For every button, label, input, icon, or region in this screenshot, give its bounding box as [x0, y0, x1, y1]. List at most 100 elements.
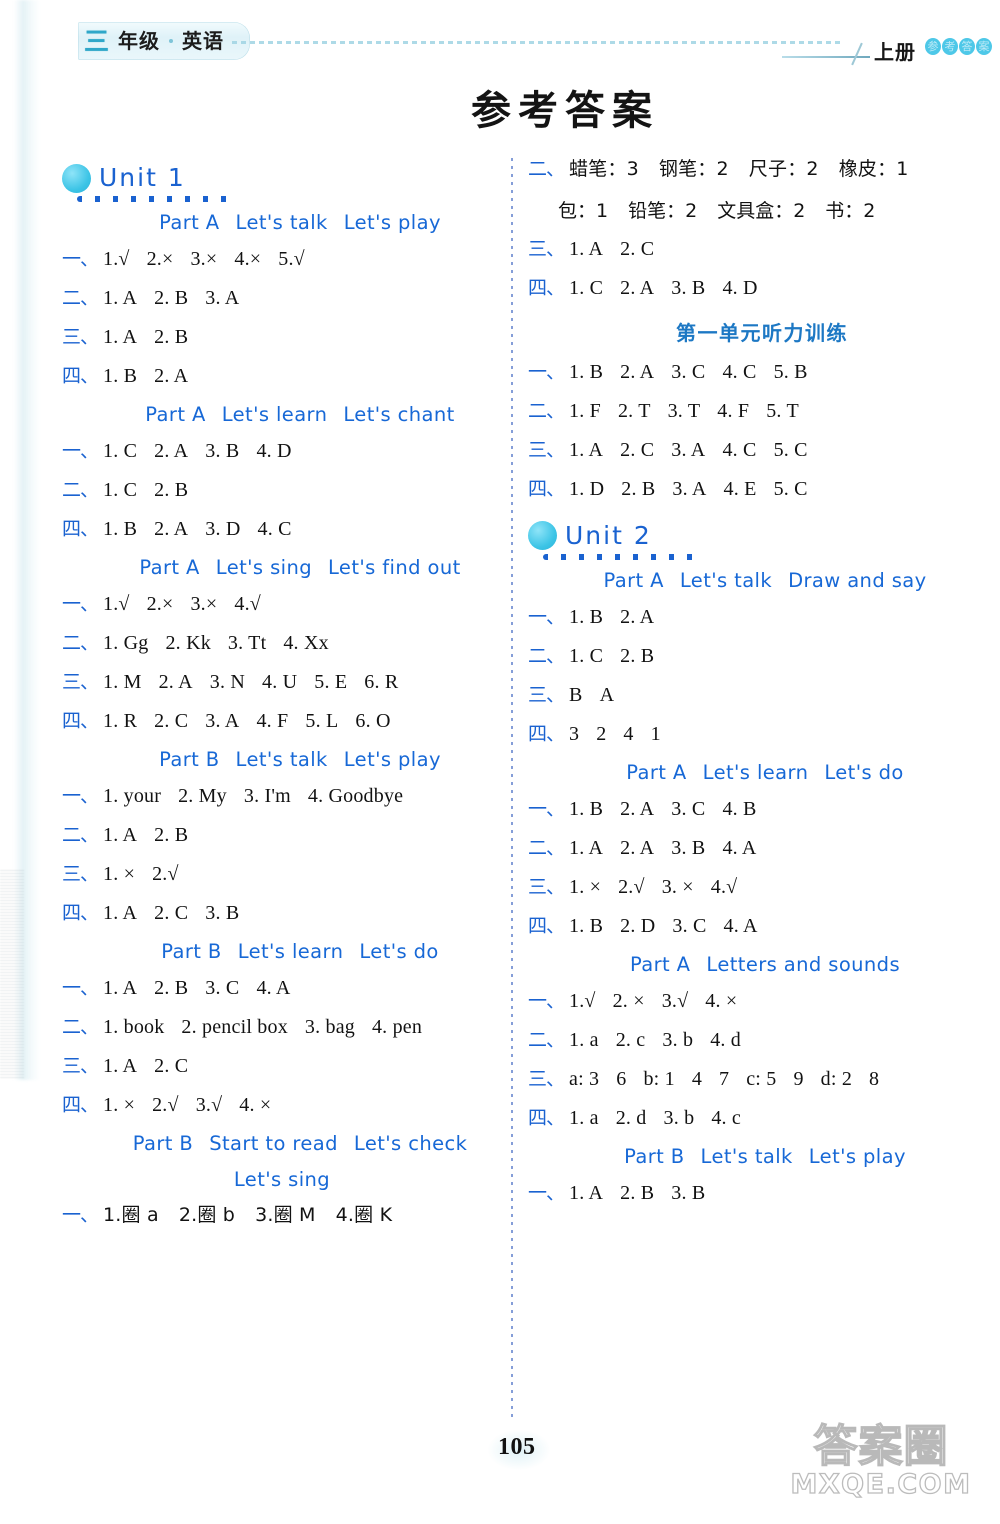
- answer-item: 1. B: [103, 365, 138, 387]
- answer-item: a: 3: [569, 1067, 600, 1090]
- answer-row: 一、 1.√ 2. × 3.√ 4. ×: [528, 989, 966, 1014]
- answer-item: 1. ×: [569, 875, 602, 898]
- answer-item: 2. C: [620, 237, 655, 260]
- answer-item: 4. c: [711, 1106, 742, 1129]
- part-heading-segment: Part A: [629, 952, 691, 976]
- answer-item: 1.√: [103, 593, 130, 615]
- answer-row-number: 四、: [528, 477, 565, 500]
- part-heading-segment: Part B: [132, 1132, 194, 1155]
- answer-row: 四、 1. a 2. d 3. b 4. c: [528, 1106, 966, 1131]
- answer-item: 尺子：2: [748, 158, 819, 180]
- answer-row-number: 四、: [62, 710, 99, 732]
- answer-row-number: 三、: [528, 438, 565, 461]
- answer-item: 2. pencil box: [181, 1016, 288, 1038]
- page-title: 参考答案: [471, 88, 659, 134]
- answer-row: 四、 1. B 2. A 3. D 4. C: [62, 517, 502, 542]
- part-heading: Part A Let's learn Let's chant: [62, 403, 502, 426]
- answer-row-items: 1. C 2. B: [569, 644, 654, 669]
- answer-row-number: 一、: [62, 977, 99, 999]
- answer-item: 6: [616, 1067, 627, 1090]
- answer-item: 2. A: [620, 360, 655, 383]
- grade-number: 三: [84, 26, 110, 56]
- scan-edge-artifact-2: [0, 870, 24, 1080]
- answer-row-number: 四、: [528, 276, 565, 299]
- answer-item: 3. B: [671, 1181, 706, 1204]
- answer-item: 4. ×: [705, 989, 738, 1012]
- badge-char-1: 参: [925, 38, 941, 55]
- separator-dot-icon: [169, 39, 174, 43]
- watermark-url: MXQE.COM: [790, 1468, 972, 1500]
- answer-item: 2. C: [154, 710, 189, 732]
- answer-row: 一、 1. A 2. B 3. B: [528, 1181, 966, 1206]
- answer-item: 6. O: [355, 710, 391, 732]
- answer-item: 3. B: [671, 276, 706, 299]
- answer-row-number: 三、: [528, 237, 565, 260]
- answer-row-number: 三、: [528, 683, 565, 706]
- badge-char-4: 案: [976, 38, 992, 55]
- answer-item: 2. T: [617, 399, 651, 422]
- answer-row: 一、 1. B 2. A: [528, 605, 966, 630]
- answer-item: d: 2: [820, 1067, 853, 1090]
- answer-row: 三、 B A: [528, 683, 966, 708]
- answer-item: 2. A: [154, 518, 189, 540]
- answer-row: 一、 1.圈 a 2.圈 b 3.圈 M 4.圈 K: [62, 1204, 502, 1228]
- answer-item: 3. B: [205, 902, 240, 924]
- answer-item: 2. c: [615, 1028, 646, 1051]
- answer-item: 4. C: [257, 518, 292, 540]
- answer-row: 一、 1.√ 2.× 3.× 4.√: [62, 592, 502, 617]
- answer-row: 一、 1. A 2. B 3. C 4. A: [62, 976, 502, 1001]
- answer-item: 5. C: [773, 477, 808, 500]
- watermark: 答案圈 MXQE.COM: [776, 1423, 986, 1500]
- answer-row-items: 1. × 2.√: [103, 862, 179, 887]
- answer-item: b: 1: [643, 1067, 675, 1090]
- answer-item: 1. ×: [103, 1094, 136, 1116]
- answer-item: 2. C: [154, 902, 189, 924]
- answer-item: 5. E: [314, 671, 348, 693]
- answer-item: 1. C: [569, 644, 604, 667]
- answer-row-items: 1. A 2. C: [103, 1054, 188, 1079]
- answer-item: 4: [623, 722, 634, 745]
- answer-item: 3. Tt: [227, 632, 267, 654]
- answer-row-number: 一、: [528, 360, 565, 383]
- unit-label-wrap: Unit 2: [543, 523, 705, 560]
- answer-item: 1. A: [569, 438, 604, 461]
- part-heading-segment: Let's talk: [235, 748, 328, 771]
- answer-item: 1. A: [103, 902, 138, 924]
- answer-item: 4.√: [234, 593, 261, 615]
- answer-row-items: 1.√ 2. × 3.√ 4. ×: [569, 989, 737, 1014]
- part-heading-segment: Let's do: [359, 940, 439, 963]
- answer-row-items: 1. F 2. T 3. T 4. F 5. T: [569, 399, 799, 424]
- answer-row: 三、 1. A 2. C: [62, 1054, 502, 1079]
- answer-row-items: 1. Gg 2. Kk 3. Tt 4. Xx: [103, 631, 329, 656]
- answer-row-items: 1. B 2. A: [103, 364, 188, 389]
- answer-row-items: 1. A 2. A 3. B 4. A: [569, 836, 757, 861]
- answer-item: 2. B: [620, 1181, 655, 1204]
- answer-row-number: 一、: [528, 989, 565, 1012]
- unit-heading: Unit 1: [62, 158, 502, 202]
- answer-row-number: 四、: [62, 518, 99, 540]
- answer-item: 4. C: [722, 438, 757, 461]
- answer-item: 1.√: [569, 989, 596, 1012]
- answer-row-items: 1. B 2. A 3. C 4. B: [569, 797, 757, 822]
- answer-item: 4. ×: [239, 1094, 272, 1116]
- answer-item: 文具盒：2: [717, 199, 806, 222]
- answer-row-items: 1. C 2. A 3. B 4. D: [103, 439, 292, 464]
- part-heading-segment: Let's find out: [328, 556, 461, 579]
- answer-row-number: 一、: [62, 248, 99, 270]
- answer-item: 3. B: [205, 440, 240, 462]
- part-heading-segment: Part A: [139, 556, 200, 579]
- part-heading-segment: Let's sing: [215, 556, 312, 579]
- right-column: 二、 蜡笔：3 钢笔：2 尺子：2 橡皮：1 包：1 铅笔：2 文具盒：2 书：2 三、 1. A2…: [528, 158, 966, 1220]
- answer-row-items: 1. A 2. B: [103, 325, 188, 350]
- subject-name: 英语: [182, 29, 225, 53]
- answer-item: 2. B: [154, 824, 189, 846]
- answer-item: 橡皮：1: [838, 158, 909, 180]
- answer-item: 4.√: [710, 875, 738, 898]
- answer-row: 四、 1. A 2. C 3. B: [62, 901, 502, 926]
- answer-item: 2. A: [620, 836, 655, 859]
- answer-item: 4. pen: [371, 1016, 423, 1038]
- answer-item: 3. D: [205, 518, 241, 540]
- answer-row-items: 1. A 2. B: [103, 823, 188, 848]
- answer-row-items: 1. D 2. B 3. A 4. E 5. C: [569, 477, 808, 502]
- answer-item: 3. C: [672, 914, 707, 937]
